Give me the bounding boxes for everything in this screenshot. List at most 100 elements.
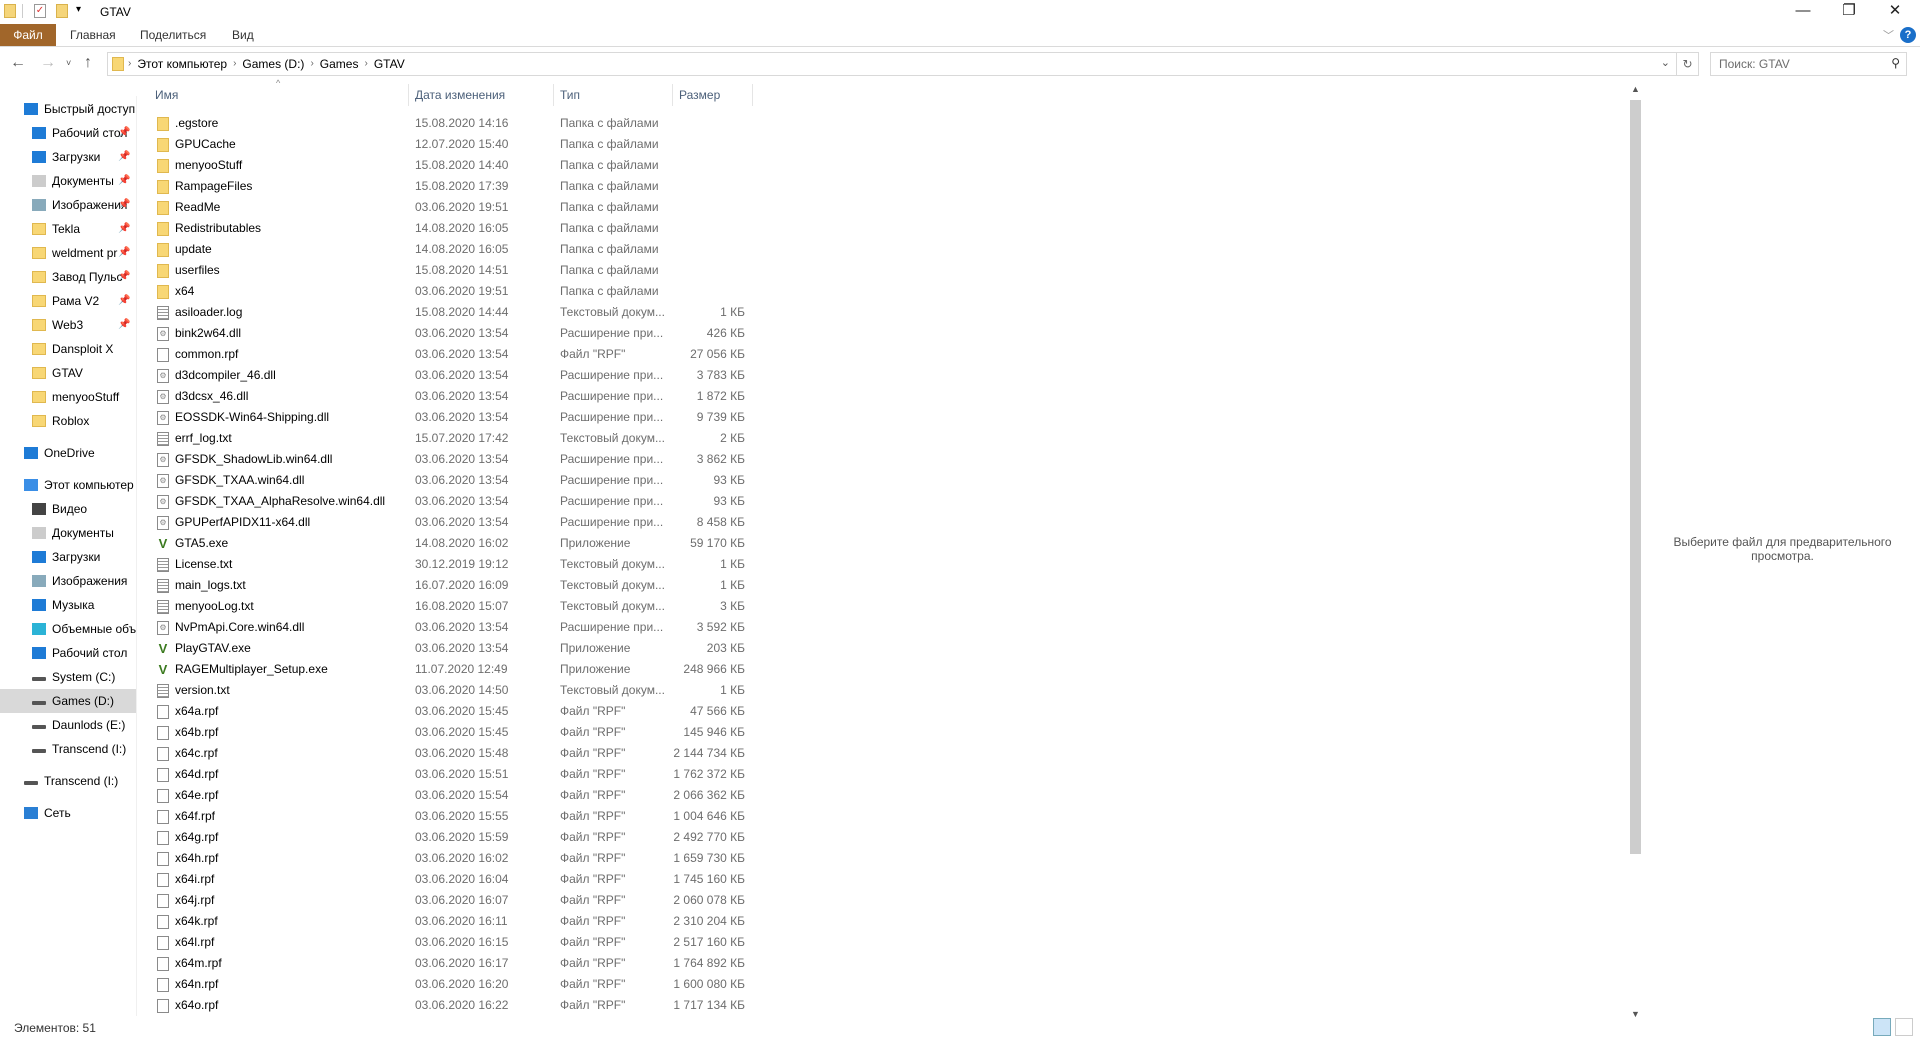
breadcrumb-games-drive[interactable]: Games (D:) <box>236 57 310 71</box>
file-row[interactable]: userfiles 15.08.2020 14:51 Папка с файлами <box>137 260 757 281</box>
file-row[interactable]: x64 03.06.2020 19:51 Папка с файлами <box>137 281 757 302</box>
file-row[interactable]: x64b.rpf 03.06.2020 15:45 Файл "RPF" 145 94… <box>137 722 757 743</box>
sidebar-item[interactable]: Tekla 📌 <box>0 217 136 241</box>
file-row[interactable]: x64h.rpf 03.06.2020 16:02 Файл "RPF" 1 659 … <box>137 848 757 869</box>
sidebar-item[interactable]: Рабочий стол <box>0 641 136 665</box>
sidebar-item[interactable]: System (C:) <box>0 665 136 689</box>
sidebar-item[interactable]: Рама V2 📌 <box>0 289 136 313</box>
sidebar-item[interactable]: weldment pr 📌 <box>0 241 136 265</box>
file-row[interactable]: ReadMe 03.06.2020 19:51 Папка с файлами <box>137 197 757 218</box>
address-bar[interactable]: › Этот компьютер › Games (D:) › Games › … <box>107 52 1677 76</box>
column-divider[interactable] <box>672 84 673 106</box>
column-date[interactable]: Дата изменения <box>415 88 505 102</box>
sidebar-item[interactable]: Загрузки 📌 <box>0 145 136 169</box>
sidebar-item[interactable]: Объемные объекты <box>0 617 136 641</box>
file-row[interactable]: x64l.rpf 03.06.2020 16:15 Файл "RPF" 2 517 … <box>137 932 757 953</box>
pin-icon[interactable]: 📌 <box>118 121 130 145</box>
pin-icon[interactable]: 📌 <box>118 265 130 289</box>
close-button[interactable]: ✕ <box>1872 0 1918 24</box>
tab-home[interactable]: Главная <box>58 24 128 46</box>
scroll-down-arrow[interactable]: ▼ <box>1627 1009 1644 1019</box>
sidebar-item[interactable]: Этот компьютер <box>0 473 136 497</box>
file-row[interactable]: RampageFiles 15.08.2020 17:39 Папка с файл… <box>137 176 757 197</box>
file-row[interactable]: main_logs.txt 16.07.2020 16:09 Текстовый д… <box>137 575 757 596</box>
file-row[interactable]: License.txt 30.12.2019 19:12 Текстовый док… <box>137 554 757 575</box>
sidebar-item[interactable]: Daunlods (E:) <box>0 713 136 737</box>
breadcrumb-games[interactable]: Games <box>314 57 365 71</box>
sidebar-item[interactable]: Видео <box>0 497 136 521</box>
sidebar-item[interactable]: GTAV <box>0 361 136 385</box>
file-row[interactable]: ⚙ d3dcompiler_46.dll 03.06.2020 13:54 Расши… <box>137 365 757 386</box>
expand-ribbon-icon[interactable]: ﹀ <box>1883 27 1894 43</box>
file-row[interactable]: update 14.08.2020 16:05 Папка с файлами <box>137 239 757 260</box>
breadcrumb-gtav[interactable]: GTAV <box>368 57 411 71</box>
file-row[interactable]: x64m.rpf 03.06.2020 16:17 Файл "RPF" 1 764 … <box>137 953 757 974</box>
sidebar-item[interactable]: Изображения <box>0 569 136 593</box>
sidebar-item[interactable]: Изображения 📌 <box>0 193 136 217</box>
large-icons-view-button[interactable] <box>1895 1018 1913 1036</box>
pin-icon[interactable]: 📌 <box>118 169 130 193</box>
file-row[interactable]: x64c.rpf 03.06.2020 15:48 Файл "RPF" 2 144 … <box>137 743 757 764</box>
file-row[interactable]: GPUCache 12.07.2020 15:40 Папка с файлами <box>137 134 757 155</box>
file-row[interactable]: x64k.rpf 03.06.2020 16:11 Файл "RPF" 2 310 … <box>137 911 757 932</box>
minimize-button[interactable]: — <box>1780 0 1826 24</box>
file-row[interactable]: menyooLog.txt 16.08.2020 15:07 Текстовый д… <box>137 596 757 617</box>
sidebar-item[interactable]: Games (D:) <box>0 689 136 713</box>
sidebar-item[interactable]: Быстрый доступ <box>0 97 136 121</box>
sidebar-item[interactable]: Roblox <box>0 409 136 433</box>
column-name[interactable]: Имя <box>155 88 178 102</box>
file-row[interactable]: x64j.rpf 03.06.2020 16:07 Файл "RPF" 2 060 … <box>137 890 757 911</box>
file-row[interactable]: x64a.rpf 03.06.2020 15:45 Файл "RPF" 47 566… <box>137 701 757 722</box>
file-row[interactable]: version.txt 03.06.2020 14:50 Текстовый док… <box>137 680 757 701</box>
column-divider[interactable] <box>553 84 554 106</box>
help-icon[interactable]: ? <box>1900 27 1916 43</box>
file-row[interactable]: asiloader.log 15.08.2020 14:44 Текстовый д… <box>137 302 757 323</box>
file-row[interactable]: Redistributables 14.08.2020 16:05 Папка с … <box>137 218 757 239</box>
column-type[interactable]: Тип <box>560 88 580 102</box>
search-input[interactable]: Поиск: GTAV ⚲ <box>1710 52 1907 76</box>
file-row[interactable]: ⚙ d3dcsx_46.dll 03.06.2020 13:54 Расширение… <box>137 386 757 407</box>
sidebar-item[interactable]: Музыка <box>0 593 136 617</box>
breadcrumb-this-pc[interactable]: Этот компьютер <box>131 57 233 71</box>
pin-icon[interactable]: 📌 <box>118 313 130 337</box>
column-divider[interactable] <box>752 84 753 106</box>
file-row[interactable]: ⚙ EOSSDK-Win64-Shipping.dll 03.06.2020 13:… <box>137 407 757 428</box>
pin-icon[interactable]: 📌 <box>118 241 130 265</box>
file-row[interactable]: .egstore 15.08.2020 14:16 Папка с файлами <box>137 113 757 134</box>
pin-icon[interactable]: 📌 <box>118 193 130 217</box>
file-row[interactable]: ⚙ GFSDK_TXAA_AlphaResolve.win64.dll 03.06.… <box>137 491 757 512</box>
file-row[interactable]: x64d.rpf 03.06.2020 15:51 Файл "RPF" 1 762 … <box>137 764 757 785</box>
file-row[interactable]: x64n.rpf 03.06.2020 16:20 Файл "RPF" 1 600 … <box>137 974 757 995</box>
sidebar-item[interactable]: Dansploit X <box>0 337 136 361</box>
pin-icon[interactable]: 📌 <box>118 289 130 313</box>
sidebar-item[interactable]: menyooStuff <box>0 385 136 409</box>
file-row[interactable]: ⚙ bink2w64.dll 03.06.2020 13:54 Расширение … <box>137 323 757 344</box>
file-row[interactable]: V GTA5.exe 14.08.2020 16:02 Приложение 59 17… <box>137 533 757 554</box>
sidebar-item[interactable]: Документы 📌 <box>0 169 136 193</box>
column-size[interactable]: Размер <box>679 88 720 102</box>
pin-icon[interactable]: 📌 <box>118 217 130 241</box>
sidebar-item[interactable]: Завод Пульс 📌 <box>0 265 136 289</box>
file-row[interactable]: x64f.rpf 03.06.2020 15:55 Файл "RPF" 1 004 … <box>137 806 757 827</box>
sidebar-item[interactable]: Загрузки <box>0 545 136 569</box>
sidebar-item[interactable]: Документы <box>0 521 136 545</box>
scrollbar-thumb[interactable] <box>1630 100 1641 854</box>
forward-button[interactable]: → <box>40 54 56 72</box>
sidebar-item[interactable]: Web3 📌 <box>0 313 136 337</box>
sidebar-item[interactable]: Сеть <box>0 801 136 825</box>
file-row[interactable]: x64g.rpf 03.06.2020 15:59 Файл "RPF" 2 492 … <box>137 827 757 848</box>
recent-locations-icon[interactable]: ˅ <box>66 58 71 68</box>
file-row[interactable]: V RAGEMultiplayer_Setup.exe 11.07.2020 12:… <box>137 659 757 680</box>
file-row[interactable]: ⚙ GFSDK_TXAA.win64.dll 03.06.2020 13:54 Рас… <box>137 470 757 491</box>
column-divider[interactable] <box>408 84 409 106</box>
pin-icon[interactable]: 📌 <box>118 145 130 169</box>
tab-share[interactable]: Поделиться <box>128 24 218 46</box>
maximize-button[interactable]: ❐ <box>1826 0 1872 24</box>
sidebar-item[interactable]: OneDrive <box>0 441 136 465</box>
sidebar-item[interactable]: Transcend (I:) <box>0 769 136 793</box>
refresh-button[interactable]: ↻ <box>1677 52 1699 76</box>
tab-file[interactable]: Файл <box>0 24 56 46</box>
search-icon[interactable]: ⚲ <box>1891 56 1900 70</box>
file-row[interactable]: common.rpf 03.06.2020 13:54 Файл "RPF" 27 0… <box>137 344 757 365</box>
file-row[interactable]: ⚙ GFSDK_ShadowLib.win64.dll 03.06.2020 13:… <box>137 449 757 470</box>
